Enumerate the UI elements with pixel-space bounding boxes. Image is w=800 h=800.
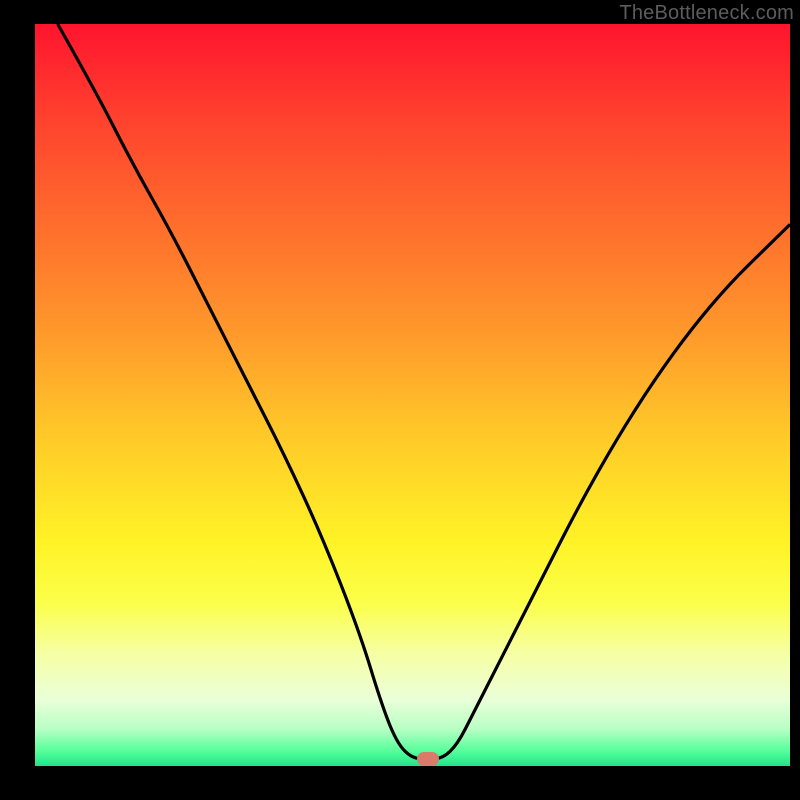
- chart-frame: TheBottleneck.com: [0, 0, 800, 800]
- plot-area: [35, 24, 790, 766]
- optimum-marker: [417, 752, 439, 766]
- bottleneck-curve: [35, 24, 790, 766]
- curve-path: [58, 24, 790, 759]
- watermark-text: TheBottleneck.com: [619, 2, 794, 25]
